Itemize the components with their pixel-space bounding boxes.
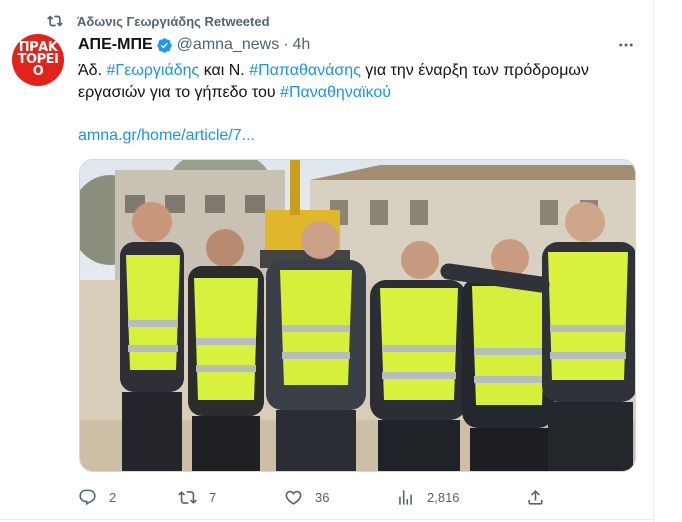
- article-link-row: amna.gr/home/article/7...: [78, 125, 255, 147]
- tweet-photo[interactable]: [79, 159, 636, 472]
- article-link[interactable]: amna.gr/home/article/7...: [78, 127, 255, 144]
- verified-badge-icon: [156, 37, 172, 53]
- hashtag-link[interactable]: #Γεωργιάδης: [106, 62, 199, 79]
- tweet-text-part: Άδ.: [78, 62, 107, 79]
- retweet-count: 7: [209, 489, 217, 505]
- like-button[interactable]: 36: [284, 486, 329, 508]
- tweet-text-part: και Ν.: [199, 62, 250, 79]
- retweet-icon: [178, 490, 197, 504]
- author-name[interactable]: ΑΠΕ-ΜΠΕ: [78, 36, 153, 54]
- avatar[interactable]: ΠΡΑΚΤΟΡΕΙΟ: [12, 34, 64, 86]
- column-divider: [653, 0, 654, 522]
- retweet-context[interactable]: Άδωνις Γεωργιάδης Retweeted: [47, 12, 270, 30]
- reply-button[interactable]: 2: [78, 486, 116, 508]
- tweet-timestamp[interactable]: 4h: [293, 36, 311, 54]
- retweet-button[interactable]: 7: [178, 486, 216, 508]
- bar-chart-icon: [399, 489, 412, 505]
- tweet-actions: 2 7 36 2,816: [78, 486, 558, 508]
- more-options-button[interactable]: [614, 34, 638, 56]
- tweet-card[interactable]: Άδωνις Γεωργιάδης Retweeted ΠΡΑΚΤΟΡΕΙΟ Α…: [0, 0, 682, 522]
- share-button[interactable]: [526, 486, 557, 508]
- tweet-text: Άδ. #Γεωργιάδης και Ν. #Παπαθανάσης για …: [78, 60, 638, 104]
- tweet-divider: [0, 519, 654, 520]
- views-button[interactable]: 2,816: [396, 486, 460, 508]
- author-handle[interactable]: @amna_news: [177, 36, 280, 54]
- views-count: 2,816: [427, 489, 460, 505]
- separator-dot: ·: [283, 36, 289, 53]
- retweet-context-label: Άδωνις Γεωργιάδης Retweeted: [77, 13, 270, 29]
- tweet-header: ΑΠΕ-ΜΠΕ @amna_news · 4h: [78, 34, 310, 56]
- avatar-logo: ΠΡΑΚΤΟΡΕΙΟ: [17, 40, 59, 79]
- more-horizontal-icon: [619, 43, 633, 47]
- photo-men-in-safety-vests: [80, 160, 635, 471]
- retweet-icon: [47, 15, 63, 27]
- reply-count: 2: [109, 489, 117, 505]
- share-icon: [528, 489, 543, 505]
- hashtag-link[interactable]: #Παναθηναϊκού: [280, 84, 391, 101]
- reply-icon: [79, 489, 96, 505]
- like-count: 36: [315, 489, 330, 505]
- hashtag-link[interactable]: #Παπαθανάσης: [249, 62, 361, 79]
- heart-icon: [285, 490, 302, 505]
